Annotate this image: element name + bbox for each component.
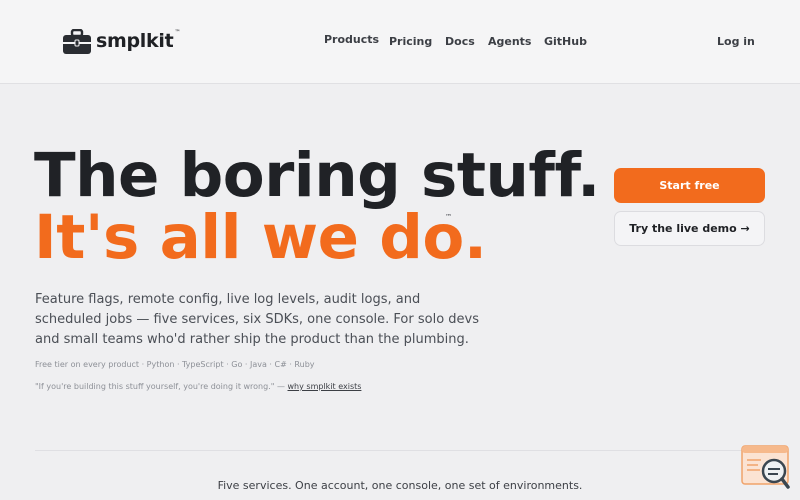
headline-line-2: It's all we do.: [34, 202, 487, 273]
top-navigation-bar: smplkit ™ Products Pricing Docs Agents G…: [0, 0, 800, 84]
nav-item-docs[interactable]: Docs: [445, 35, 475, 48]
hero-quote: "If you're building this stuff yourself,…: [35, 382, 361, 391]
start-free-button[interactable]: Start free: [614, 168, 765, 203]
services-tagline: Five services. One account, one console,…: [217, 479, 583, 492]
why-smplkit-link[interactable]: why smplkit exists: [288, 382, 362, 391]
hero-description: Feature flags, remote config, live log l…: [35, 292, 479, 347]
live-demo-button[interactable]: Try the live demo →: [614, 211, 765, 246]
main-nav: Products Pricing Docs Agents GitHub: [0, 33, 800, 49]
chat-widget-graphic: [741, 445, 790, 489]
nav-item-products[interactable]: Products: [324, 33, 379, 46]
quote-text: "If you're building this stuff yourself,…: [35, 382, 288, 391]
headline-trademark: ™: [445, 213, 452, 221]
nav-item-github[interactable]: GitHub: [544, 35, 587, 48]
nav-item-pricing[interactable]: Pricing: [389, 35, 432, 48]
login-link[interactable]: Log in: [717, 35, 755, 48]
section-divider: [35, 450, 765, 451]
nav-item-agents[interactable]: Agents: [488, 35, 531, 48]
supported-languages: Free tier on every product · Python · Ty…: [35, 360, 315, 369]
chat-support-icon[interactable]: [741, 445, 791, 491]
